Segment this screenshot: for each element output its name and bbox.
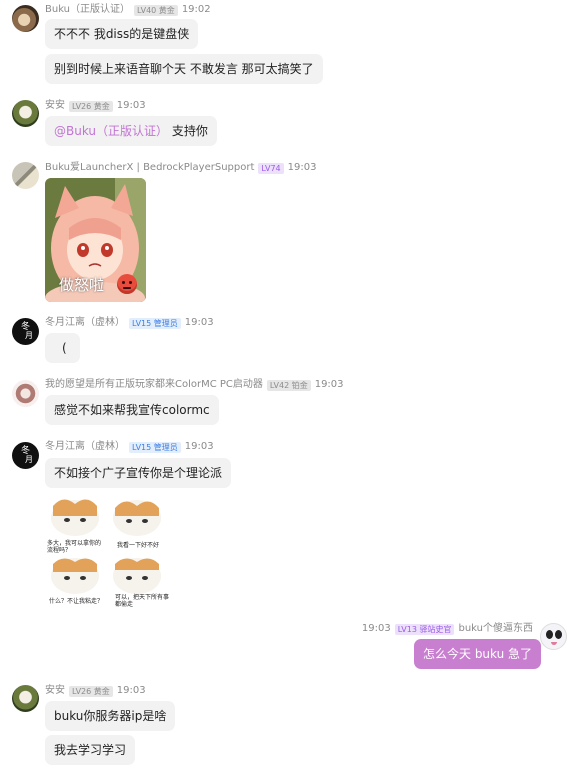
meme-caption: 我看一下好不好 xyxy=(117,542,160,549)
level-badge: LV13 驿站史官 xyxy=(394,623,455,635)
username[interactable]: Buku（正版认证） xyxy=(45,3,130,17)
avatar[interactable] xyxy=(12,5,39,32)
level-badge: LV26 黄金 xyxy=(69,685,113,697)
mention-link[interactable]: @Buku（正版认证） xyxy=(54,124,168,138)
timestamp: 19:02 xyxy=(181,4,211,15)
sticker-caption: 做怒啦 xyxy=(59,276,105,294)
message-bubble[interactable]: 我去学习学习 xyxy=(45,735,136,765)
meme-image[interactable]: 多大，我可以拿你的流程吗？ 我看一下好不好 什么？不让我粘走？ 可以，把天下所有… xyxy=(45,496,170,608)
level-badge: LV74 xyxy=(258,162,284,174)
level-badge: LV42 铂金 xyxy=(266,379,311,391)
level-badge: LV26 黄金 xyxy=(69,100,113,112)
meme-caption: 多大，我可以拿你的流程吗？ xyxy=(47,540,102,554)
avatar[interactable] xyxy=(12,162,39,189)
username[interactable]: 我的愿望是所有正版玩家都来ColorMC PC启动器 xyxy=(45,378,263,392)
timestamp: 19:03 xyxy=(314,379,344,390)
level-badge: LV40 黄金 xyxy=(134,4,178,16)
timestamp: 19:03 xyxy=(184,441,214,452)
avatar[interactable] xyxy=(540,623,567,650)
timestamp: 19:03 xyxy=(116,100,146,111)
username[interactable]: Buku爱LauncherX | BedrockPlayerSupport xyxy=(45,161,254,175)
message-bubble[interactable]: 感觉不如来帮我宣传colormc xyxy=(45,395,219,425)
timestamp: 19:03 xyxy=(184,317,214,328)
message-text: 支持你 xyxy=(171,124,208,138)
timestamp: 19:03 xyxy=(361,623,391,634)
username[interactable]: 冬月江离（虚林） xyxy=(45,316,125,330)
message-bubble[interactable]: @Buku（正版认证） 支持你 xyxy=(45,116,217,146)
username[interactable]: 冬月江离（虚林） xyxy=(45,440,125,454)
message-bubble[interactable]: 怎么今天 buku 急了 xyxy=(414,639,542,669)
angry-face-icon xyxy=(117,274,137,294)
sticker-image[interactable]: 做怒啦 xyxy=(45,178,146,302)
avatar[interactable]: 冬 月 xyxy=(12,442,39,469)
message-bubble[interactable]: 不不不 我diss的是键盘侠 xyxy=(45,19,199,49)
timestamp: 19:03 xyxy=(287,162,317,173)
message-bubble[interactable]: 别到时候上来语音聊个天 不敢发言 那可太搞笑了 xyxy=(45,54,323,84)
meme-caption: 什么？不让我粘走？ xyxy=(49,598,104,605)
meme-caption: 可以，把天下所有事都偷走 xyxy=(115,594,170,608)
username[interactable]: buku个傻逼东西 xyxy=(458,622,533,636)
message-bubble[interactable]: 不如接个广子宣传你是个理论派 xyxy=(45,458,232,488)
level-badge: LV15 管理员 xyxy=(129,441,181,453)
avatar[interactable] xyxy=(12,100,39,127)
message-bubble[interactable]: buku你服务器ip是啥 xyxy=(45,701,176,731)
timestamp: 19:03 xyxy=(116,685,146,696)
avatar[interactable] xyxy=(12,380,39,407)
username[interactable]: 安安 xyxy=(45,684,65,698)
avatar[interactable] xyxy=(12,685,39,712)
username[interactable]: 安安 xyxy=(45,99,65,113)
level-badge: LV15 管理员 xyxy=(129,317,181,329)
message-bubble[interactable]: ( xyxy=(45,333,80,363)
avatar[interactable]: 冬 月 xyxy=(12,318,39,345)
